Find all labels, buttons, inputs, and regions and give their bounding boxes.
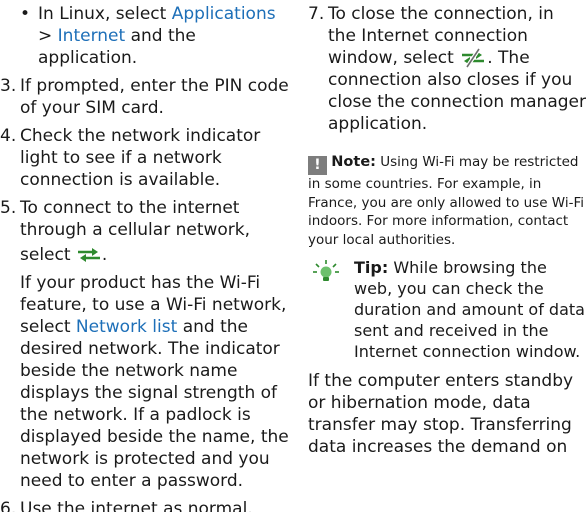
applications-link[interactable]: Applications bbox=[172, 4, 276, 24]
connect-arrows-icon bbox=[77, 248, 100, 262]
step-5: 5. To connect to the internet through a … bbox=[0, 197, 292, 266]
linux-instruction-item: • In Linux, select Applications > Intern… bbox=[0, 3, 292, 69]
tip-label: Tip: bbox=[354, 258, 389, 277]
internet-link[interactable]: Internet bbox=[58, 26, 126, 46]
select-word: select bbox=[403, 48, 454, 68]
step-number: 5. bbox=[0, 198, 17, 218]
menu-separator: > bbox=[38, 26, 53, 46]
step-text: To connect to the internet through a cel… bbox=[20, 198, 251, 240]
step-4: 4. Check the network indicator light to … bbox=[0, 125, 292, 191]
step-text: Check the network indicator light to see… bbox=[20, 126, 261, 190]
lightbulb-tip-icon bbox=[313, 260, 339, 281]
step-7: 7. To close the connection, in the Inter… bbox=[308, 3, 586, 135]
note-box: ! Note: Using Wi-Fi may be restricted in… bbox=[308, 153, 586, 249]
step-number: 7. bbox=[308, 4, 325, 24]
linux-instruction-prefix: In Linux, select bbox=[38, 4, 167, 24]
select-word: select bbox=[20, 245, 71, 265]
wifi-paragraph: If your product has the Wi-Fi feature, t… bbox=[0, 272, 292, 492]
step-number: 6. bbox=[0, 499, 17, 512]
step-text: If prompted, enter the PIN code of your … bbox=[20, 76, 289, 118]
tip-box: Tip: While browsing the web, you can che… bbox=[308, 257, 586, 362]
disconnect-arrows-icon bbox=[462, 48, 485, 68]
connect-select-line: select . bbox=[20, 244, 292, 266]
step-text: Use the internet as normal. bbox=[20, 499, 253, 512]
tip-text: While browsing the web, you can check th… bbox=[354, 258, 585, 361]
network-list-link[interactable]: Network list bbox=[76, 317, 177, 337]
wifi-text-2: and the desired network. The indicator b… bbox=[20, 317, 289, 491]
step-number: 3. bbox=[0, 76, 17, 96]
select-period: . bbox=[101, 245, 108, 265]
right-column: 7. To close the connection, in the Inter… bbox=[308, 0, 586, 458]
warning-exclamation-icon: ! bbox=[308, 156, 327, 175]
step-3: 3. If prompted, enter the PIN code of yo… bbox=[0, 75, 292, 119]
standby-paragraph: If the computer enters standby or hibern… bbox=[308, 371, 574, 457]
left-column: • In Linux, select Applications > Intern… bbox=[0, 0, 292, 512]
bullet-point: • bbox=[20, 4, 31, 24]
note-label: Note: bbox=[331, 154, 376, 170]
step-6: 6. Use the internet as normal. bbox=[0, 498, 292, 512]
step-number: 4. bbox=[0, 126, 17, 146]
